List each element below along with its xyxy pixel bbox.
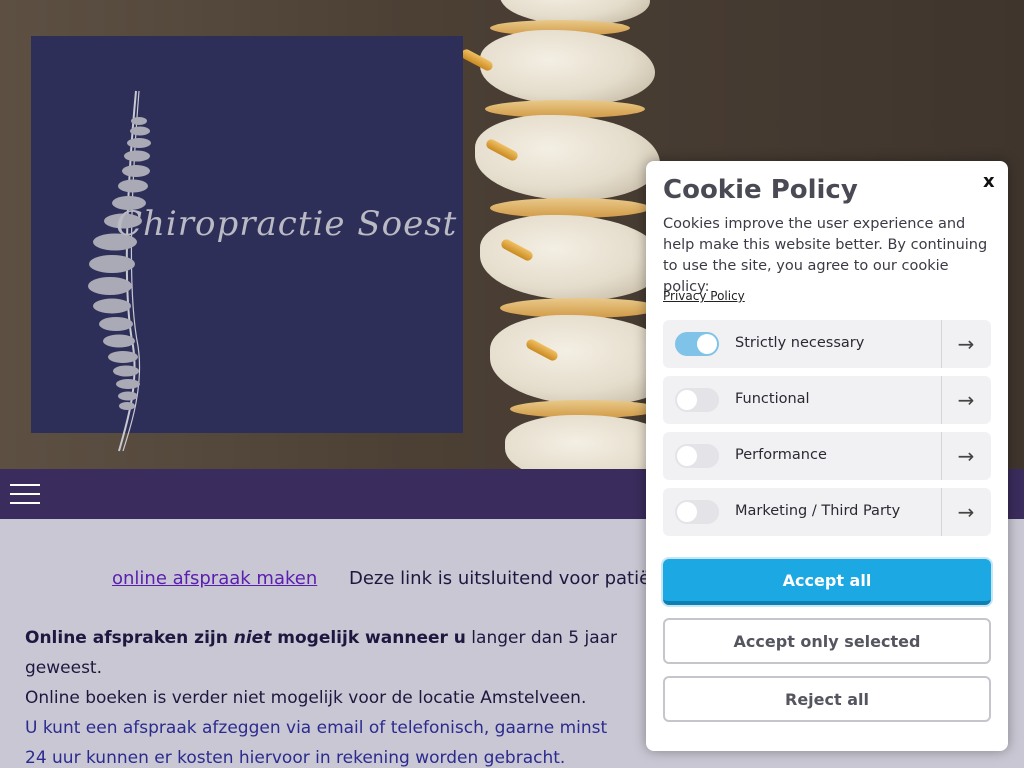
- category-label: Functional: [735, 391, 810, 407]
- cookie-policy-dialog: Cookie Policy x Cookies improve the user…: [646, 161, 1008, 751]
- paragraph-line-4: U kunt een afspraak afzeggen via email o…: [25, 718, 608, 738]
- hamburger-menu-icon[interactable]: [10, 484, 40, 504]
- toggle-marketing[interactable]: [675, 500, 719, 524]
- spine-logo-icon: [88, 90, 151, 452]
- close-icon[interactable]: x: [983, 171, 995, 192]
- reject-all-button[interactable]: Reject all: [663, 676, 991, 722]
- arrow-right-icon[interactable]: →: [941, 488, 991, 536]
- cookie-category-strictly-necessary: Strictly necessary →: [663, 320, 991, 368]
- toggle-functional[interactable]: [675, 388, 719, 412]
- cookie-category-performance: Performance →: [663, 432, 991, 480]
- line1-bold-a: Online afspraken zijn: [25, 628, 234, 648]
- arrow-right-icon[interactable]: →: [941, 320, 991, 368]
- category-label: Marketing / Third Party: [735, 503, 901, 519]
- line1-rest: langer dan 5 jaar: [465, 628, 618, 648]
- link-note-text: Deze link is uitsluitend voor patië: [349, 568, 651, 589]
- cookie-category-marketing: Marketing / Third Party →: [663, 488, 991, 536]
- arrow-right-icon[interactable]: →: [941, 432, 991, 480]
- arrow-right-icon[interactable]: →: [941, 376, 991, 424]
- toggle-performance[interactable]: [675, 444, 719, 468]
- line1-italic: niet: [233, 628, 272, 648]
- paragraph-line-2: geweest.: [25, 658, 102, 678]
- category-label: Strictly necessary: [735, 335, 865, 351]
- paragraph-line-5: 24 uur kunnen er kosten hiervoor in reke…: [25, 748, 566, 768]
- paragraph-line-3: Online boeken is verder niet mogelijk vo…: [25, 688, 587, 708]
- logo[interactable]: Chiropractie Soest: [31, 36, 463, 452]
- toggle-strictly-necessary[interactable]: [675, 332, 719, 356]
- category-label: Performance: [735, 447, 827, 463]
- line1-bold-b: mogelijk wanneer u: [271, 628, 466, 648]
- accept-selected-button[interactable]: Accept only selected: [663, 618, 991, 664]
- cookie-description: Cookies improve the user experience and …: [663, 216, 988, 295]
- cookie-category-functional: Functional →: [663, 376, 991, 424]
- privacy-policy-link[interactable]: Privacy Policy: [663, 289, 745, 303]
- accept-all-button[interactable]: Accept all: [663, 559, 991, 605]
- online-appointment-link[interactable]: online afspraak maken: [112, 568, 317, 589]
- logo-text: Chiropractie Soest: [116, 204, 458, 244]
- cookie-title: Cookie Policy: [663, 175, 858, 205]
- paragraph-line-1: Online afspraken zijn niet mogelijk wann…: [25, 628, 617, 648]
